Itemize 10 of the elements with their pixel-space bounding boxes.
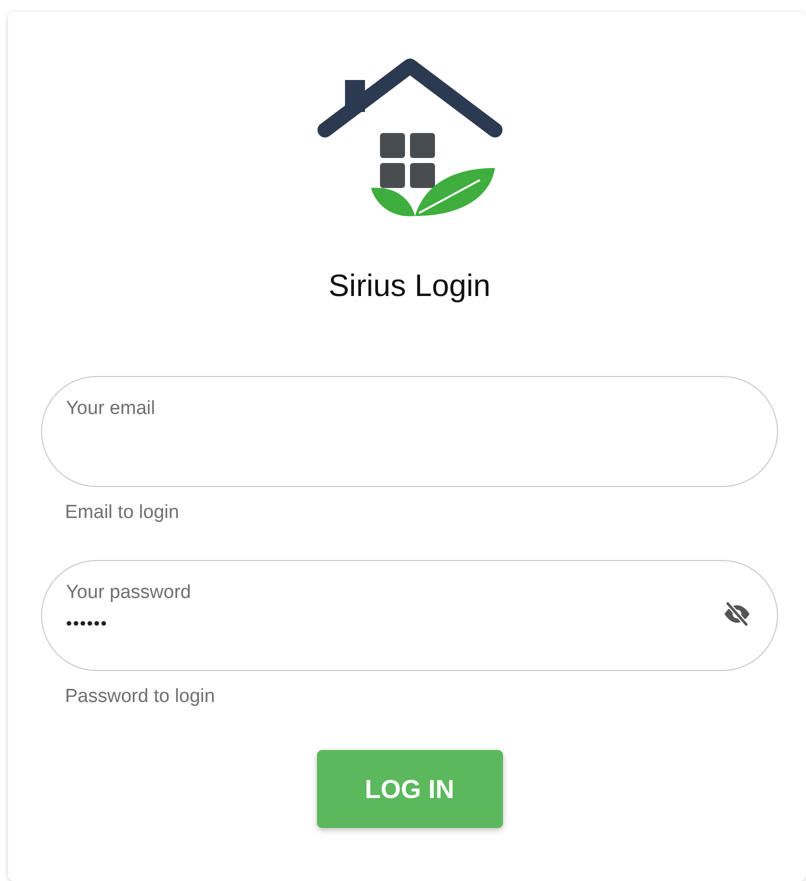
eye-slash-icon[interactable] [722, 598, 752, 629]
field-hint: Password to login [65, 684, 215, 709]
field-hint: Email to login [65, 501, 180, 526]
login-button[interactable]: LOG IN [316, 750, 502, 828]
password-field[interactable]: Your password •••••• [41, 560, 778, 671]
masked-password: •••••• [66, 613, 108, 636]
login-title: Sirius Login [328, 267, 490, 304]
field-label: Your email [66, 397, 156, 422]
email-field[interactable]: Your email [41, 376, 778, 488]
field-label: Your password [66, 580, 191, 605]
